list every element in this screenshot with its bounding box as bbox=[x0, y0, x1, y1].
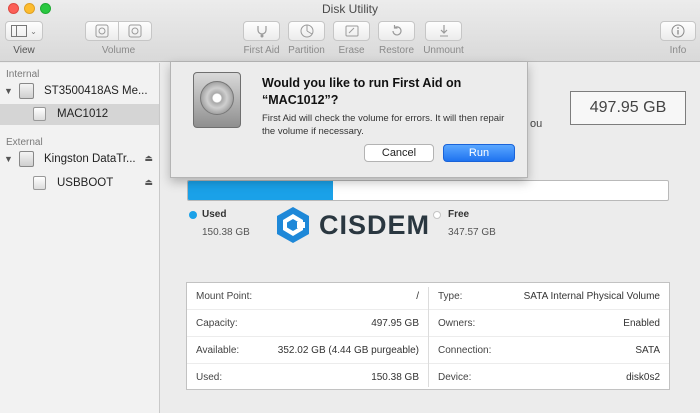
info-row: Available: 352.02 GB (4.44 GB purgeable) bbox=[187, 337, 428, 364]
disclosure-triangle-icon[interactable]: ▼ bbox=[4, 154, 13, 164]
toolbar: Disk Utility ⌄ View Volume First Aid Par… bbox=[0, 0, 700, 62]
info-value: SATA bbox=[635, 344, 660, 356]
info-value: Enabled bbox=[623, 317, 660, 329]
info-key: Type: bbox=[438, 290, 463, 302]
info-row: Owners: Enabled bbox=[429, 310, 669, 337]
cisdem-logo-icon bbox=[277, 207, 309, 243]
sidebar-icon bbox=[11, 25, 28, 37]
free-value: 347.57 GB bbox=[448, 227, 496, 238]
erase-label: Erase bbox=[338, 45, 365, 56]
remove-volume-icon bbox=[128, 24, 142, 38]
add-volume-icon bbox=[95, 24, 109, 38]
cisdem-watermark: CISDEM bbox=[275, 203, 435, 247]
volume-info-table: Mount Point: / Capacity: 497.95 GB Avail… bbox=[186, 282, 670, 390]
watermark-text: CISDEM bbox=[319, 209, 431, 240]
view-button[interactable]: ⌄ bbox=[5, 21, 43, 41]
stethoscope-icon bbox=[256, 26, 267, 38]
info-row: Capacity: 497.95 GB bbox=[187, 310, 428, 337]
info-value: / bbox=[416, 290, 419, 302]
disk-platter bbox=[200, 81, 234, 115]
first-aid-label: First Aid bbox=[243, 45, 280, 56]
info-value: 150.38 GB bbox=[371, 372, 419, 383]
dialog-message: First Aid will check the volume for erro… bbox=[262, 113, 505, 137]
chevron-down-icon: ⌄ bbox=[30, 26, 37, 36]
external-header: External bbox=[6, 137, 43, 148]
used-label: Used bbox=[202, 209, 227, 220]
unmount-label: Unmount bbox=[423, 45, 464, 56]
erase-button[interactable] bbox=[333, 21, 370, 41]
remove-volume-button[interactable] bbox=[118, 21, 152, 41]
info-icon bbox=[671, 24, 685, 38]
info-key: Device: bbox=[438, 372, 472, 383]
info-key: Connection: bbox=[438, 344, 492, 356]
partition-label: Partition bbox=[288, 45, 325, 56]
usage-bar-used bbox=[188, 181, 333, 200]
partition-button[interactable] bbox=[288, 21, 325, 41]
usage-bar bbox=[187, 180, 669, 201]
sidebar-item-label: USBBOOT bbox=[57, 177, 114, 189]
info-key: Capacity: bbox=[196, 317, 238, 329]
sidebar: Internal ▼ ST3500418AS Me... MAC1012 Ext… bbox=[0, 63, 160, 413]
eject-icon[interactable]: ⏏ bbox=[144, 177, 153, 188]
external-disk-icon bbox=[19, 151, 34, 167]
volume-label: Volume bbox=[101, 45, 136, 56]
unmount-button[interactable] bbox=[425, 21, 462, 41]
info-left-column: Mount Point: / Capacity: 497.95 GB Avail… bbox=[187, 283, 428, 391]
info-row: Used: 150.38 GB bbox=[187, 364, 428, 391]
used-value: 150.38 GB bbox=[202, 227, 250, 238]
run-button[interactable]: Run bbox=[443, 144, 515, 162]
first-aid-dialog: Would you like to run First Aid on “MAC1… bbox=[170, 62, 528, 178]
free-label: Free bbox=[448, 209, 470, 220]
info-row: Type: SATA Internal Physical Volume bbox=[429, 283, 669, 310]
info-button[interactable] bbox=[660, 21, 696, 41]
info-key: Owners: bbox=[438, 317, 476, 329]
erase-icon bbox=[345, 25, 358, 37]
partial-text: ou bbox=[530, 118, 543, 130]
sidebar-item-usbboot[interactable]: USBBOOT ⏏ bbox=[0, 173, 159, 194]
window-title: Disk Utility bbox=[322, 2, 378, 16]
disclosure-triangle-icon[interactable]: ▼ bbox=[4, 86, 13, 96]
hard-disk-icon bbox=[193, 72, 241, 128]
sidebar-item-external-disk[interactable]: ▼ Kingston DataTr... ⏏ bbox=[0, 149, 159, 170]
info-row: Device: disk0s2 bbox=[429, 364, 669, 391]
internal-header: Internal bbox=[6, 69, 40, 80]
info-value: SATA Internal Physical Volume bbox=[523, 290, 660, 302]
first-aid-button[interactable] bbox=[243, 21, 280, 41]
view-label: View bbox=[13, 45, 35, 56]
sidebar-item-label: Kingston DataTr... bbox=[44, 153, 136, 165]
info-row: Connection: SATA bbox=[429, 337, 669, 364]
add-volume-button[interactable] bbox=[85, 21, 119, 41]
sidebar-item-internal-disk[interactable]: ▼ ST3500418AS Me... bbox=[0, 81, 159, 102]
volume-icon bbox=[33, 176, 46, 190]
volume-icon bbox=[33, 107, 46, 121]
sidebar-item-label: ST3500418AS Me... bbox=[44, 85, 148, 97]
info-value: disk0s2 bbox=[626, 372, 660, 383]
restore-label: Restore bbox=[378, 45, 414, 56]
eject-icon[interactable]: ⏏ bbox=[144, 153, 153, 164]
info-key: Available: bbox=[196, 344, 240, 356]
info-right-column: Type: SATA Internal Physical Volume Owne… bbox=[429, 283, 669, 391]
capacity-display: 497.95 GB bbox=[570, 91, 686, 125]
info-value: 352.02 GB (4.44 GB purgeable) bbox=[277, 344, 419, 356]
restore-button[interactable] bbox=[378, 21, 415, 41]
sidebar-item-mac1012[interactable]: MAC1012 bbox=[0, 104, 159, 125]
sidebar-item-label: MAC1012 bbox=[57, 108, 109, 120]
used-legend-dot bbox=[189, 211, 197, 219]
info-value: 497.95 GB bbox=[371, 317, 419, 329]
info-key: Mount Point: bbox=[196, 290, 253, 302]
cancel-button[interactable]: Cancel bbox=[364, 144, 434, 162]
unmount-icon bbox=[439, 25, 448, 37]
hard-disk-icon bbox=[19, 83, 34, 99]
dialog-title: Would you like to run First Aid on “MAC1… bbox=[262, 76, 462, 107]
partition-icon bbox=[300, 24, 313, 38]
restore-icon bbox=[391, 25, 402, 36]
info-key: Used: bbox=[196, 372, 223, 383]
info-label: Info bbox=[669, 45, 687, 56]
info-row: Mount Point: / bbox=[187, 283, 428, 310]
